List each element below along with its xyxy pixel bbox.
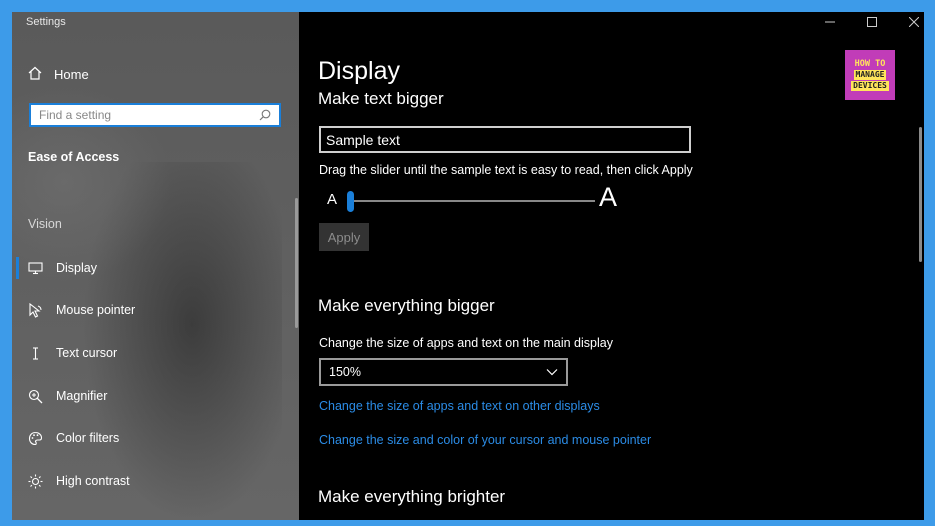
scale-dropdown[interactable]: 150% xyxy=(319,358,568,386)
sample-text-box[interactable] xyxy=(319,126,691,153)
sidebar-item-high-contrast[interactable]: High contrast xyxy=(28,470,130,492)
scale-dropdown-value: 150% xyxy=(329,365,361,379)
apply-button[interactable]: Apply xyxy=(319,223,369,251)
sidebar-scrollbar[interactable] xyxy=(295,198,298,328)
minimize-icon xyxy=(825,14,835,32)
make-everything-brighter-heading: Make everything brighter xyxy=(318,487,506,506)
slider-small-a: A xyxy=(327,191,338,208)
how-to-manage-devices-logo: HOW TO MANAGE DEVICES xyxy=(845,50,895,100)
minimize-button[interactable] xyxy=(809,12,851,34)
make-everything-bigger-heading: Make everything bigger xyxy=(318,296,495,315)
sun-icon xyxy=(28,474,43,489)
sidebar-item-label: Magnifier xyxy=(56,389,108,403)
magnifier-icon xyxy=(28,389,43,404)
maximize-button[interactable] xyxy=(851,12,893,34)
home-label: Home xyxy=(54,66,89,82)
sidebar-item-display[interactable]: Display xyxy=(28,257,97,279)
sidebar-item-label: Text cursor xyxy=(56,346,118,360)
content-scrollbar[interactable] xyxy=(919,127,922,262)
sidebar-item-label: High contrast xyxy=(56,474,130,488)
sidebar-item-label: Display xyxy=(56,261,97,275)
slider-instruction: Drag the slider until the sample text is… xyxy=(319,163,693,177)
sidebar-item-magnifier[interactable]: Magnifier xyxy=(28,385,107,407)
sidebar-item-label: Color filters xyxy=(56,431,120,445)
mouse-pointer-icon xyxy=(28,302,43,318)
close-icon xyxy=(908,14,920,32)
palette-icon xyxy=(28,431,43,446)
sidebar-item-mouse-pointer[interactable]: Mouse pointer xyxy=(28,299,135,321)
window-title: Settings xyxy=(26,16,66,28)
sample-text-input[interactable] xyxy=(324,130,689,149)
category-title: Ease of Access xyxy=(28,150,120,164)
active-indicator xyxy=(16,257,19,279)
search-input[interactable] xyxy=(37,107,257,123)
sidebar-item-label: Mouse pointer xyxy=(56,303,136,317)
make-text-bigger-heading: Make text bigger xyxy=(318,89,444,108)
section-label-vision: Vision xyxy=(28,217,62,231)
main-content: Display HOW TO MANAGE DEVICES Make text … xyxy=(299,12,924,520)
maximize-icon xyxy=(867,14,877,32)
sidebar-item-text-cursor[interactable]: Text cursor xyxy=(28,342,117,364)
home-link[interactable]: Home xyxy=(28,64,89,84)
text-size-slider-track[interactable] xyxy=(347,200,595,202)
cursor-settings-link[interactable]: Change the size and color of your cursor… xyxy=(319,433,651,447)
chevron-down-icon xyxy=(546,365,558,379)
settings-window: Settings Home Ease of Access Vision Disp… xyxy=(12,12,924,520)
sidebar: Settings Home Ease of Access Vision Disp… xyxy=(12,12,299,520)
other-displays-link[interactable]: Change the size of apps and text on othe… xyxy=(319,399,600,413)
text-cursor-icon xyxy=(28,346,43,361)
text-size-slider-thumb[interactable] xyxy=(347,191,354,212)
home-icon xyxy=(28,66,42,83)
monitor-icon xyxy=(28,261,43,276)
search-box[interactable] xyxy=(29,103,281,127)
close-button[interactable] xyxy=(893,12,924,34)
page-title: Display xyxy=(318,57,400,85)
slider-large-a: A xyxy=(599,182,618,212)
sidebar-item-color-filters[interactable]: Color filters xyxy=(28,427,119,449)
search-icon[interactable] xyxy=(257,109,273,121)
scale-description: Change the size of apps and text on the … xyxy=(319,336,613,350)
